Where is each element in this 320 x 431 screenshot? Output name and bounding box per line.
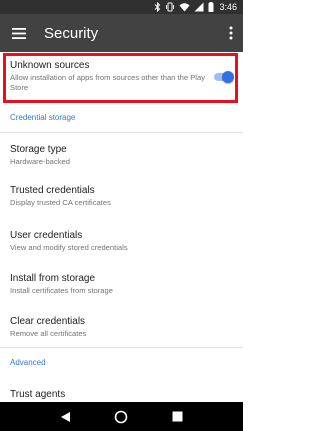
- setting-summary: Install certificates from storage: [10, 286, 113, 295]
- setting-clear-credentials[interactable]: Clear credentials Remove all certificate…: [10, 316, 235, 339]
- page-title: Security: [44, 24, 99, 42]
- setting-summary: Remove all certificates: [10, 329, 87, 338]
- home-icon[interactable]: [109, 405, 133, 429]
- setting-label: Unknown sources: [10, 60, 90, 71]
- setting-label: Trust agents: [10, 389, 66, 400]
- setting-label: Trusted credentials: [10, 185, 95, 196]
- battery-icon: [208, 2, 214, 12]
- setting-storage-type[interactable]: Storage type Hardware-backed: [10, 144, 235, 167]
- setting-summary: Display trusted CA certificates: [10, 198, 111, 207]
- setting-trust-agents[interactable]: Trust agents: [10, 389, 235, 401]
- status-bar: 3:46: [0, 0, 243, 14]
- setting-summary: Hardware-backed: [10, 157, 70, 166]
- setting-user-credentials[interactable]: User credentials View and modify stored …: [10, 230, 235, 253]
- wifi-icon: [179, 2, 190, 12]
- settings-list: Unknown sources Allow installation of ap…: [0, 52, 243, 402]
- setting-label: Install from storage: [10, 273, 96, 284]
- section-header-advanced: Advanced: [10, 358, 46, 367]
- vibrate-icon: [165, 2, 175, 12]
- setting-trusted-credentials[interactable]: Trusted credentials Display trusted CA c…: [10, 185, 235, 208]
- hamburger-menu-icon[interactable]: [0, 14, 38, 52]
- bluetooth-icon: [154, 2, 161, 12]
- recents-icon[interactable]: [165, 405, 189, 429]
- status-time: 3:46: [219, 2, 237, 12]
- divider: [0, 347, 243, 348]
- setting-label: Clear credentials: [10, 316, 86, 327]
- setting-unknown-sources[interactable]: Unknown sources Allow installation of ap…: [10, 60, 205, 93]
- setting-summary: View and modify stored credentials: [10, 243, 128, 252]
- divider: [0, 132, 243, 133]
- navigation-bar: [0, 402, 243, 431]
- unknown-sources-toggle[interactable]: [212, 71, 234, 83]
- setting-summary: Allow installation of apps from sources …: [10, 73, 206, 92]
- more-vert-icon[interactable]: [219, 14, 243, 52]
- setting-install-from-storage[interactable]: Install from storage Install certificate…: [10, 273, 235, 296]
- setting-label: User credentials: [10, 230, 83, 241]
- setting-label: Storage type: [10, 144, 67, 155]
- back-icon[interactable]: [54, 405, 78, 429]
- signal-icon: [194, 2, 204, 12]
- toggle-thumb: [222, 71, 234, 83]
- section-header-credential-storage: Credential storage: [10, 113, 76, 122]
- app-bar: Security: [0, 14, 243, 52]
